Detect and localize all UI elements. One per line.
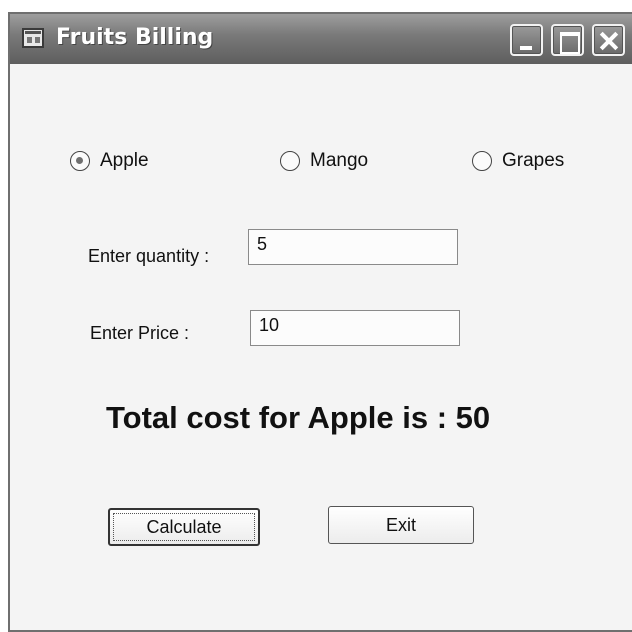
- radio-mango[interactable]: Mango: [280, 150, 368, 172]
- window-title: Fruits Billing: [56, 25, 214, 50]
- radio-mango-label: Mango: [310, 150, 369, 171]
- radio-grapes-label: Grapes: [502, 150, 565, 171]
- maximize-icon[interactable]: [551, 24, 584, 56]
- price-input[interactable]: 10: [250, 310, 460, 346]
- radio-unchecked-icon[interactable]: [280, 151, 300, 171]
- radio-apple-label: Apple: [100, 150, 149, 171]
- total-cost-result: Total cost for Apple is : 50: [106, 400, 491, 435]
- radio-unchecked-icon[interactable]: [472, 151, 492, 171]
- calculate-button[interactable]: Calculate: [108, 508, 260, 546]
- quantity-label: Enter quantity :: [88, 246, 210, 266]
- form-area: Apple Mango Grapes Enter quantity : 5 En…: [10, 64, 632, 632]
- app-window-icon: [22, 28, 44, 48]
- focus-rectangle: [113, 513, 255, 541]
- radio-checked-icon[interactable]: [70, 151, 90, 171]
- radio-grapes[interactable]: Grapes: [472, 150, 564, 172]
- close-icon[interactable]: [592, 24, 625, 56]
- title-bar[interactable]: Fruits Billing: [10, 14, 632, 64]
- price-label: Enter Price :: [90, 323, 190, 343]
- exit-button[interactable]: Exit: [328, 506, 474, 544]
- fruits-billing-window: Fruits Billing Apple Mango Grapes Enter …: [8, 12, 632, 632]
- minimize-icon[interactable]: [510, 24, 543, 56]
- radio-apple[interactable]: Apple: [70, 150, 149, 172]
- quantity-input[interactable]: 5: [248, 229, 458, 265]
- exit-button-label: Exit: [385, 514, 416, 535]
